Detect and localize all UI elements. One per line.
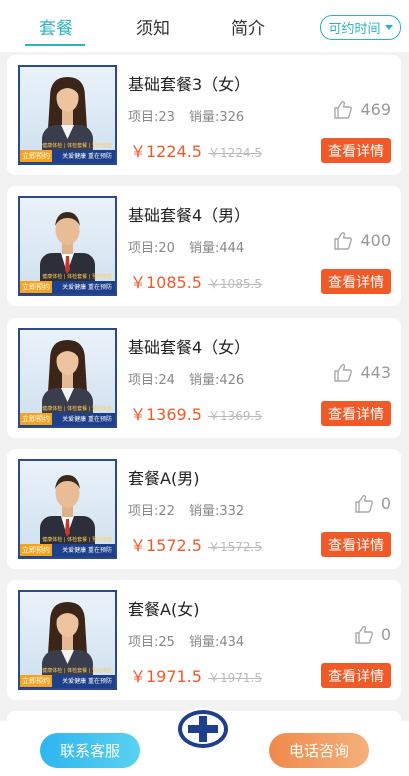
view-details-button[interactable]: 查看详情	[321, 532, 391, 557]
like-count: 0	[380, 625, 391, 644]
promo-tags-text: 健康体检 | 体检套餐 | 预约体检	[42, 143, 112, 149]
book-now-badge: 立即预约	[20, 544, 52, 556]
package-price: ￥1572.5 ￥1572.5	[130, 532, 262, 556]
thumbs-up-icon[interactable]	[354, 625, 374, 644]
thumbs-up-icon[interactable]	[333, 231, 353, 250]
item-count: 项目:23	[128, 110, 175, 125]
package-meta: 项目:24 销量:426	[128, 369, 244, 388]
promo-tags-text: 健康体检 | 体检套餐 | 预约体检	[42, 274, 112, 280]
item-count: 项目:20	[128, 241, 175, 256]
original-price: ￥1085.5	[208, 277, 262, 291]
promo-tags-text: 健康体检 | 体检套餐 | 预约体检	[42, 537, 112, 543]
package-price: ￥1085.5 ￥1085.5	[130, 269, 262, 293]
available-time-dropdown[interactable]: 可约时间	[320, 15, 401, 40]
available-time-label: 可约时间	[328, 22, 381, 37]
promo-banner: 立即预约 关爱健康 重在预防	[20, 675, 115, 688]
package-card[interactable]: 健康体检 | 体检套餐 | 预约体检 立即预约 关爱健康 重在预防 套餐A(女) 项目:…	[7, 580, 401, 700]
like-counter[interactable]: 469	[333, 100, 391, 119]
item-count: 项目:22	[128, 504, 175, 519]
promo-tags-text: 健康体检 | 体检套餐 | 预约体检	[42, 406, 112, 412]
package-price: ￥1369.5 ￥1369.5	[130, 401, 262, 425]
sales-count: 销量:426	[188, 373, 245, 388]
sales-count: 销量:444	[188, 241, 245, 256]
like-count: 443	[360, 363, 391, 382]
promo-slogan: 关爱健康 重在预防	[62, 678, 112, 685]
package-title[interactable]: 套餐A(男)	[128, 465, 199, 489]
package-thumbnail[interactable]: 健康体检 | 体检套餐 | 预约体检 立即预约 关爱健康 重在预防	[18, 328, 117, 428]
original-price: ￥1572.5	[208, 540, 262, 554]
original-price: ￥1224.5	[208, 146, 262, 160]
book-now-badge: 立即预约	[20, 413, 52, 425]
tab-packages[interactable]: 套餐	[39, 14, 73, 39]
item-count: 项目:24	[128, 373, 175, 388]
caret-down-icon	[384, 25, 393, 30]
promo-slogan: 关爱健康 重在预防	[62, 153, 112, 160]
promo-tags-text: 健康体检 | 体检套餐 | 预约体检	[42, 668, 112, 674]
promo-slogan: 关爱健康 重在预防	[62, 284, 112, 291]
original-price: ￥1369.5	[208, 409, 262, 423]
like-counter[interactable]: 0	[354, 494, 391, 513]
package-card[interactable]: 健康体检 | 体检套餐 | 预约体检 立即预约 关爱健康 重在预防 套餐A(男) 项目:…	[7, 449, 401, 569]
current-price: ￥1085.5	[130, 273, 202, 292]
package-title[interactable]: 基础套餐3（女）	[128, 71, 250, 95]
like-counter[interactable]: 0	[354, 625, 391, 644]
active-tab-indicator	[25, 44, 85, 46]
package-price: ￥1224.5 ￥1224.5	[130, 138, 262, 162]
view-details-button[interactable]: 查看详情	[321, 401, 391, 426]
book-now-badge: 立即预约	[20, 281, 52, 293]
sales-count: 销量:434	[188, 635, 245, 650]
promo-slogan: 关爱健康 重在预防	[62, 547, 112, 554]
thumbs-up-icon[interactable]	[333, 363, 353, 382]
package-title[interactable]: 基础套餐4（女）	[128, 334, 250, 358]
thumbs-up-icon[interactable]	[354, 494, 374, 513]
package-price: ￥1971.5 ￥1971.5	[130, 663, 262, 687]
phone-consult-button[interactable]: 电话咨询	[269, 733, 369, 768]
promo-banner: 立即预约 关爱健康 重在预防	[20, 544, 115, 557]
package-thumbnail[interactable]: 健康体检 | 体检套餐 | 预约体检 立即预约 关爱健康 重在预防	[18, 65, 117, 165]
package-meta: 项目:22 销量:332	[128, 500, 244, 519]
package-title[interactable]: 套餐A(女)	[128, 596, 199, 620]
tab-intro[interactable]: 简介	[231, 14, 265, 39]
promo-banner: 立即预约 关爱健康 重在预防	[20, 413, 115, 426]
sales-count: 销量:332	[188, 504, 245, 519]
like-counter[interactable]: 443	[333, 363, 391, 382]
package-card[interactable]: 健康体检 | 体检套餐 | 预约体检 立即预约 关爱健康 重在预防 基础套餐4（女） 项…	[7, 318, 401, 438]
top-tab-bar: 套餐 须知 简介 可约时间	[0, 0, 409, 52]
like-counter[interactable]: 400	[333, 231, 391, 250]
promo-banner: 立即预约 关爱健康 重在预防	[20, 281, 115, 294]
book-now-badge: 立即预约	[20, 675, 52, 687]
thumbs-up-icon[interactable]	[333, 100, 353, 119]
like-count: 400	[360, 231, 391, 250]
current-price: ￥1572.5	[130, 536, 202, 555]
current-price: ￥1369.5	[130, 405, 202, 424]
sales-count: 销量:326	[188, 110, 245, 125]
contact-service-button[interactable]: 联系客服	[40, 733, 140, 768]
promo-slogan: 关爱健康 重在预防	[62, 416, 112, 423]
package-thumbnail[interactable]: 健康体检 | 体检套餐 | 预约体检 立即预约 关爱健康 重在预防	[18, 590, 117, 690]
item-count: 项目:25	[128, 635, 175, 650]
package-card[interactable]: 健康体检 | 体检套餐 | 预约体检 立即预约 关爱健康 重在预防 基础套餐3（女） 项…	[7, 55, 401, 175]
tab-notice[interactable]: 须知	[136, 14, 170, 39]
view-details-button[interactable]: 查看详情	[321, 663, 391, 688]
promo-banner: 立即预约 关爱健康 重在预防	[20, 150, 115, 163]
book-now-badge: 立即预约	[20, 150, 52, 162]
package-title[interactable]: 基础套餐4（男）	[128, 202, 250, 226]
package-thumbnail[interactable]: 健康体检 | 体检套餐 | 预约体检 立即预约 关爱健康 重在预防	[18, 459, 117, 559]
view-details-button[interactable]: 查看详情	[321, 138, 391, 163]
original-price: ￥1971.5	[208, 671, 262, 685]
package-meta: 项目:23 销量:326	[128, 106, 244, 125]
package-meta: 项目:20 销量:444	[128, 237, 244, 256]
package-thumbnail[interactable]: 健康体检 | 体检套餐 | 预约体检 立即预约 关爱健康 重在预防	[18, 196, 117, 296]
hospital-cross-logo	[174, 705, 232, 753]
current-price: ￥1971.5	[130, 667, 202, 686]
like-count: 0	[380, 494, 391, 513]
current-price: ￥1224.5	[130, 142, 202, 161]
package-card[interactable]: 健康体检 | 体检套餐 | 预约体检 立即预约 关爱健康 重在预防 基础套餐4（男） 项…	[7, 186, 401, 306]
package-meta: 项目:25 销量:434	[128, 631, 244, 650]
view-details-button[interactable]: 查看详情	[321, 269, 391, 294]
like-count: 469	[360, 100, 391, 119]
